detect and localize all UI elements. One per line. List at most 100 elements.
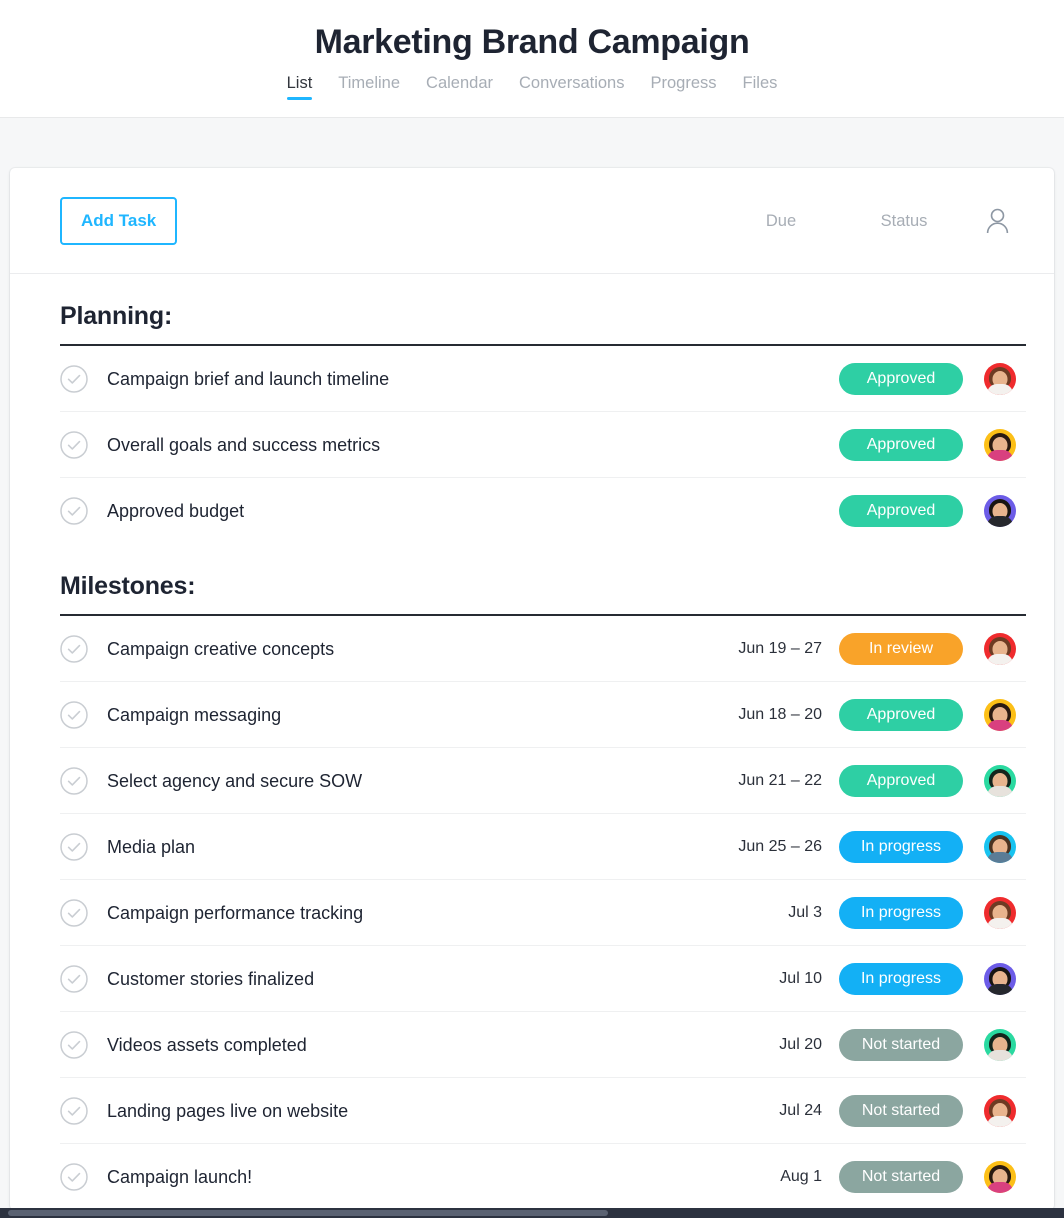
check-circle-icon[interactable]: [60, 1096, 107, 1125]
task-row[interactable]: Campaign launch! Aug 1 Not started: [60, 1144, 1026, 1210]
avatar[interactable]: [984, 632, 1016, 665]
column-header-status[interactable]: Status: [840, 211, 968, 231]
task-row[interactable]: Customer stories finalized Jul 10 In progr…: [60, 946, 1026, 1012]
task-assignee-cell: [968, 495, 1026, 527]
avatar[interactable]: [984, 495, 1016, 527]
check-circle-icon[interactable]: [60, 1030, 107, 1059]
status-badge[interactable]: Not started: [839, 1028, 963, 1061]
task-row[interactable]: Campaign creative concepts Jun 19 – 27 In …: [60, 616, 1026, 682]
column-header-assignee[interactable]: [968, 208, 1026, 234]
task-assignee-cell: [968, 428, 1026, 461]
status-badge[interactable]: Approved: [839, 428, 963, 461]
add-task-button[interactable]: Add Task: [60, 196, 178, 245]
tab-calendar[interactable]: Calendar: [426, 73, 493, 100]
task-name: Campaign messaging: [107, 704, 282, 725]
task-assignee-cell: [968, 362, 1026, 395]
avatar[interactable]: [984, 830, 1016, 863]
tab-timeline[interactable]: Timeline: [338, 73, 400, 100]
check-circle-icon[interactable]: [60, 364, 107, 393]
task-name: Media plan: [107, 836, 196, 857]
task-name: Campaign performance tracking: [107, 902, 364, 923]
list-toolbar: Add Task Due Status: [10, 168, 1054, 274]
scrollbar-thumb[interactable]: [8, 1210, 608, 1216]
task-status-cell: Approved: [834, 698, 968, 731]
check-circle-icon[interactable]: [60, 964, 107, 993]
tab-list[interactable]: List: [286, 73, 312, 100]
status-badge[interactable]: Approved: [839, 362, 963, 395]
avatar[interactable]: [984, 896, 1016, 929]
check-circle-icon[interactable]: [60, 898, 107, 927]
task-status-cell: In progress: [834, 896, 968, 929]
check-circle-icon[interactable]: [60, 832, 107, 861]
task-assignee-cell: [968, 830, 1026, 863]
task-assignee-cell: [968, 896, 1026, 929]
check-circle-icon[interactable]: [60, 634, 107, 663]
horizontal-scrollbar[interactable]: [0, 1208, 1064, 1218]
task-row[interactable]: Campaign brief and launch timeline Approv…: [60, 346, 1026, 412]
avatar[interactable]: [984, 362, 1016, 395]
task-due-date[interactable]: Jul 20: [716, 1035, 834, 1055]
task-due-date[interactable]: Aug 1: [716, 1167, 834, 1187]
task-row[interactable]: Select agency and secure SOW Jun 21 – 22 A…: [60, 748, 1026, 814]
task-name: Landing pages live on website: [107, 1100, 349, 1121]
task-row[interactable]: Media plan Jun 25 – 26 In progress: [60, 814, 1026, 880]
task-due-date[interactable]: Jun 21 – 22: [716, 771, 834, 791]
task-due-date[interactable]: Jun 19 – 27: [716, 639, 834, 659]
status-badge[interactable]: In review: [839, 632, 963, 665]
tab-conversations[interactable]: Conversations: [519, 73, 624, 100]
section-title: Planning:: [60, 302, 173, 330]
task-due-date[interactable]: Jul 3: [716, 903, 834, 923]
task-status-cell: Approved: [834, 428, 968, 461]
avatar[interactable]: [984, 428, 1016, 461]
status-badge[interactable]: In progress: [839, 962, 963, 995]
check-circle-icon[interactable]: [60, 700, 107, 729]
task-sections: Planning: Campaign brief and launch timel…: [10, 274, 1054, 1210]
task-status-cell: Approved: [834, 495, 968, 527]
column-header-due[interactable]: Due: [722, 211, 840, 231]
avatar[interactable]: [984, 1094, 1016, 1127]
task-row[interactable]: Overall goals and success metrics Approve…: [60, 412, 1026, 478]
task-due-date[interactable]: Jun 25 – 26: [716, 837, 834, 857]
status-badge[interactable]: Approved: [839, 698, 963, 731]
task-assignee-cell: [968, 1161, 1026, 1193]
task-assignee-cell: [968, 1094, 1026, 1127]
task-name: Videos assets completed: [107, 1034, 307, 1055]
task-section: Planning: Campaign brief and launch timel…: [10, 274, 1054, 544]
task-row[interactable]: Campaign messaging Jun 18 – 20 Approved: [60, 682, 1026, 748]
task-status-cell: In progress: [834, 962, 968, 995]
task-row[interactable]: Videos assets completed Jul 20 Not started: [60, 1012, 1026, 1078]
status-badge[interactable]: In progress: [839, 896, 963, 929]
person-icon: [986, 208, 1009, 234]
task-name: Campaign brief and launch timeline: [107, 368, 390, 389]
check-circle-icon[interactable]: [60, 430, 107, 459]
task-row[interactable]: Landing pages live on website Jul 24 Not s…: [60, 1078, 1026, 1144]
task-assignee-cell: [968, 632, 1026, 665]
task-list-card: Add Task Due Status Planning: Campaign br…: [10, 168, 1054, 1210]
tab-files[interactable]: Files: [743, 73, 778, 100]
status-badge[interactable]: Not started: [839, 1094, 963, 1127]
task-row[interactable]: Campaign performance tracking Jul 3 In pro…: [60, 880, 1026, 946]
avatar[interactable]: [984, 764, 1016, 797]
avatar[interactable]: [984, 1028, 1016, 1061]
task-assignee-cell: [968, 1028, 1026, 1061]
status-badge[interactable]: Approved: [839, 764, 963, 797]
check-circle-icon[interactable]: [60, 497, 107, 525]
avatar[interactable]: [984, 698, 1016, 731]
avatar[interactable]: [984, 1161, 1016, 1193]
check-circle-icon[interactable]: [60, 1163, 107, 1191]
check-circle-icon[interactable]: [60, 766, 107, 795]
task-assignee-cell: [968, 962, 1026, 995]
task-row[interactable]: Approved budget Approved: [60, 478, 1026, 544]
task-due-date[interactable]: Jul 24: [716, 1101, 834, 1121]
status-badge[interactable]: In progress: [839, 830, 963, 863]
status-badge[interactable]: Approved: [839, 495, 963, 527]
task-due-date[interactable]: Jul 10: [716, 969, 834, 989]
task-name: Approved budget: [107, 501, 245, 521]
tab-bar: List Timeline Calendar Conversations Progres…: [0, 73, 1064, 100]
task-section: Milestones: Campaign creative concepts Jun…: [10, 544, 1054, 1210]
task-assignee-cell: [968, 764, 1026, 797]
avatar[interactable]: [984, 962, 1016, 995]
status-badge[interactable]: Not started: [839, 1161, 963, 1193]
tab-progress[interactable]: Progress: [651, 73, 717, 100]
task-due-date[interactable]: Jun 18 – 20: [716, 705, 834, 725]
